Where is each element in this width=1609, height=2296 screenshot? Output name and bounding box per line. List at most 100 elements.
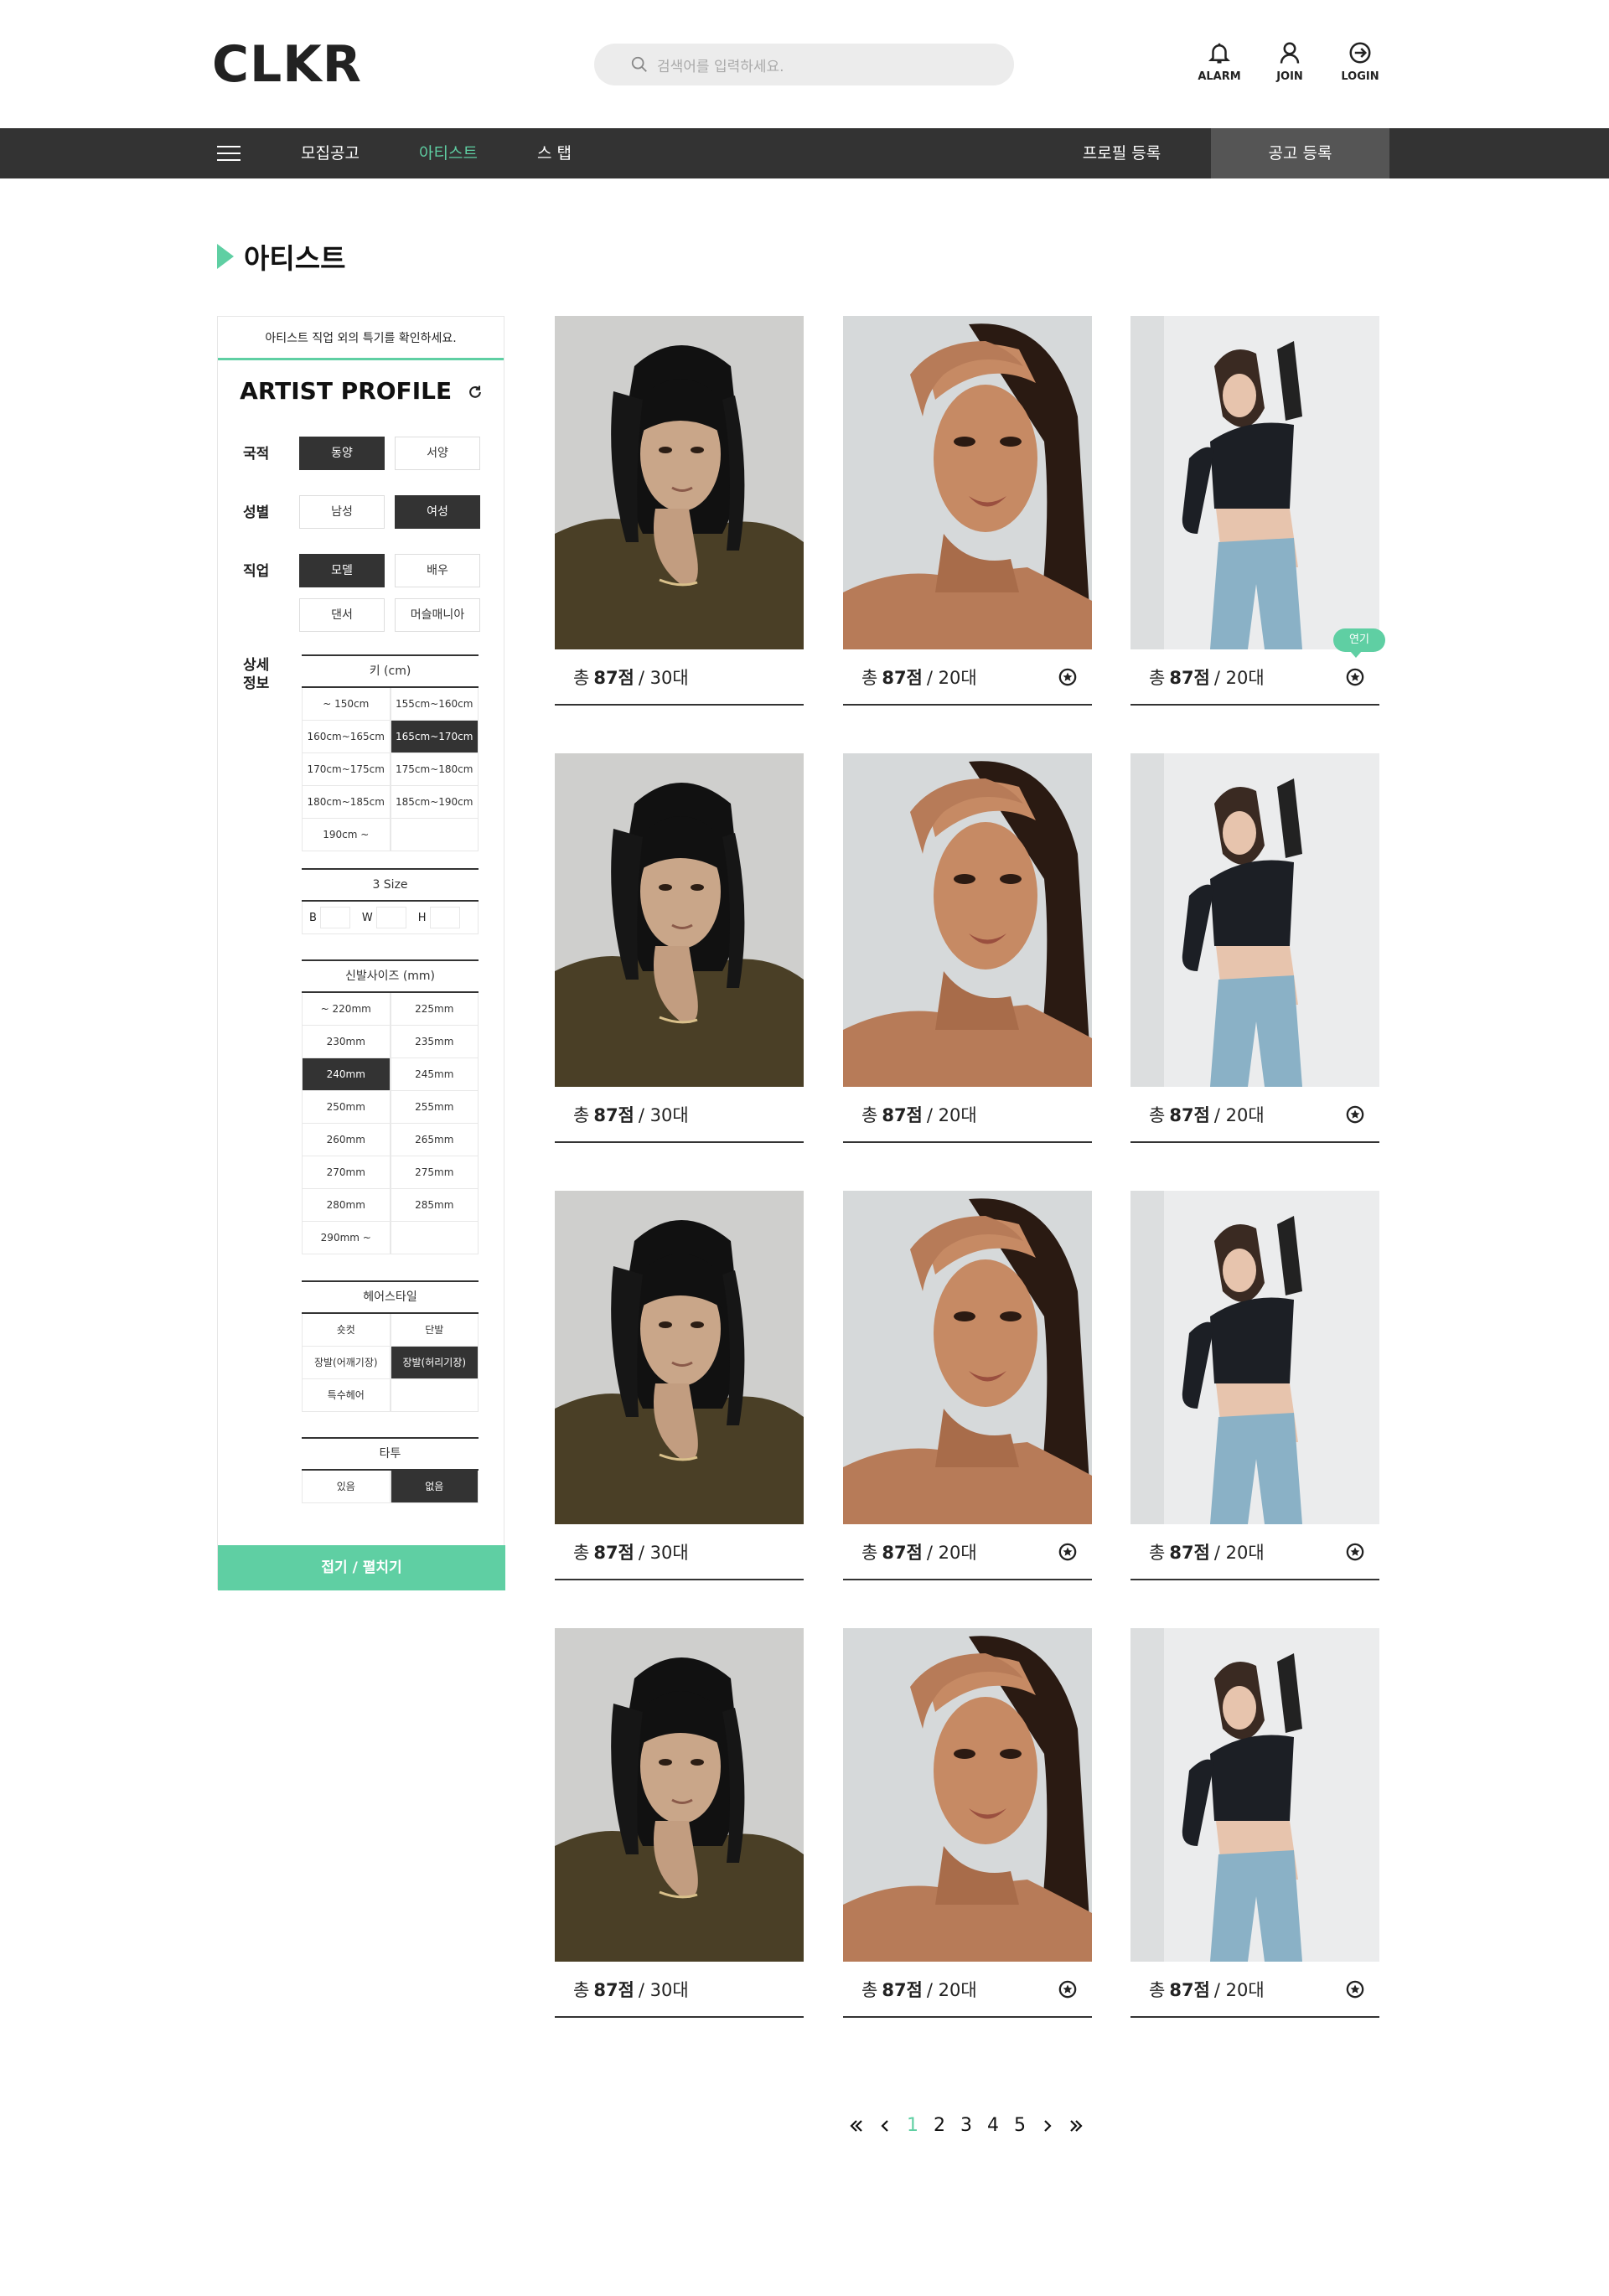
page-link-4[interactable]: 4 — [986, 2115, 1001, 2136]
shoe-option[interactable]: 250mm — [302, 1091, 391, 1124]
star-icon[interactable] — [1058, 668, 1077, 686]
artist-photo-frame[interactable] — [1130, 1191, 1379, 1524]
score-value: 87점 — [1169, 667, 1210, 688]
shoe-option[interactable]: 230mm — [302, 1026, 391, 1058]
hair-option[interactable]: 단발 — [390, 1314, 479, 1347]
artist-photo-frame[interactable] — [1130, 753, 1379, 1087]
waist-input[interactable] — [375, 907, 406, 928]
hair-option-selected[interactable]: 장발(허리기장) — [390, 1347, 479, 1379]
artist-photo-frame[interactable] — [843, 1191, 1092, 1524]
artist-card[interactable]: 총 87점/ 30대 — [555, 753, 804, 1143]
search-bar[interactable]: 검색어를 입력하세요. — [594, 44, 1014, 85]
login-icon — [1349, 42, 1371, 64]
height-option[interactable]: 155cm~160cm — [390, 688, 479, 721]
height-option-selected[interactable]: 165cm~170cm — [390, 721, 479, 753]
tattoo-no-option[interactable]: 없음 — [390, 1471, 479, 1503]
gender-male-button[interactable]: 남성 — [299, 495, 385, 529]
hair-option[interactable]: 숏컷 — [302, 1314, 391, 1347]
first-page-icon[interactable] — [848, 2118, 865, 2134]
shoe-option[interactable]: 260mm — [302, 1124, 391, 1156]
star-icon[interactable] — [1058, 1980, 1077, 1999]
nationality-west-button[interactable]: 서양 — [395, 437, 480, 470]
artist-card[interactable]: 총 87점/ 30대 — [555, 316, 804, 706]
join-button[interactable]: JOIN — [1265, 40, 1315, 83]
shoe-option[interactable]: 290mm ~ — [302, 1222, 391, 1254]
site-logo[interactable]: CLKR — [212, 35, 362, 94]
search-input[interactable]: 검색어를 입력하세요. — [657, 54, 784, 75]
artist-photo-frame[interactable] — [1130, 1628, 1379, 1962]
shoe-option[interactable]: 265mm — [390, 1124, 479, 1156]
height-option[interactable]: ~ 150cm — [302, 688, 391, 721]
artist-card[interactable]: 총 87점/ 30대 — [555, 1628, 804, 2018]
artist-card[interactable]: 총 87점/ 20대 — [1130, 1628, 1379, 2018]
height-option[interactable]: 160cm~165cm — [302, 721, 391, 753]
nav-artist[interactable]: 아티스트 — [419, 128, 478, 178]
artist-card[interactable]: 총 87점/ 20대 — [843, 316, 1092, 706]
shoe-option[interactable]: 225mm — [390, 993, 479, 1026]
job-dancer-button[interactable]: 댄서 — [299, 598, 385, 632]
artist-photo-frame[interactable] — [843, 1628, 1092, 1962]
hair-option[interactable]: 특수헤어 — [302, 1379, 391, 1412]
menu-icon[interactable] — [217, 143, 241, 163]
star-icon[interactable] — [1346, 1543, 1364, 1561]
hair-option[interactable]: 장발(어깨기장) — [302, 1347, 391, 1379]
tattoo-yes-option[interactable]: 있음 — [302, 1471, 391, 1503]
artist-card[interactable]: 총 87점/ 20대 — [1130, 1191, 1379, 1580]
artist-card[interactable]: 총 87점/ 20대 — [843, 753, 1092, 1143]
notice-register-button[interactable]: 공고 등록 — [1211, 128, 1389, 178]
shoe-option[interactable]: 270mm — [302, 1156, 391, 1189]
bust-input[interactable] — [319, 907, 350, 928]
job-musclemania-button[interactable]: 머슬매니아 — [395, 598, 480, 632]
job-actor-button[interactable]: 배우 — [395, 554, 480, 587]
artist-photo-frame[interactable] — [555, 1628, 804, 1962]
artist-card[interactable]: 총 87점/ 20대 연기 — [1130, 316, 1385, 706]
artist-photo-frame[interactable] — [843, 753, 1092, 1087]
profile-register-button[interactable]: 프로필 등록 — [1032, 128, 1211, 178]
shoe-option[interactable]: 235mm — [390, 1026, 479, 1058]
last-page-icon[interactable] — [1068, 2118, 1084, 2134]
artist-card[interactable]: 총 87점/ 20대 — [843, 1628, 1092, 2018]
prev-page-icon[interactable] — [877, 2118, 893, 2134]
height-option[interactable]: 185cm~190cm — [390, 786, 479, 819]
page-link-5[interactable]: 5 — [1012, 2115, 1027, 2136]
nav-recruit[interactable]: 모집공고 — [301, 128, 360, 178]
artist-photo-frame[interactable] — [555, 753, 804, 1087]
artist-photo-frame[interactable] — [843, 316, 1092, 649]
hip-input[interactable] — [429, 907, 460, 928]
shoe-option-selected[interactable]: 240mm — [302, 1058, 391, 1091]
shoe-option[interactable]: 280mm — [302, 1189, 391, 1222]
shoe-option[interactable]: 275mm — [390, 1156, 479, 1189]
job-model-button[interactable]: 모델 — [299, 554, 385, 587]
artist-photo — [1130, 1191, 1379, 1524]
star-icon[interactable] — [1346, 1105, 1364, 1124]
profile-title-text: ARTIST PROFILE — [240, 377, 453, 405]
gender-female-button[interactable]: 여성 — [395, 495, 480, 529]
shoe-option[interactable]: 245mm — [390, 1058, 479, 1091]
page-link-1[interactable]: 1 — [905, 2115, 920, 2136]
star-icon[interactable] — [1346, 668, 1364, 686]
next-page-icon[interactable] — [1039, 2118, 1056, 2134]
shoe-option[interactable]: 285mm — [390, 1189, 479, 1222]
artist-card[interactable]: 총 87점/ 20대 — [1130, 753, 1379, 1143]
nationality-east-button[interactable]: 동양 — [299, 437, 385, 470]
artist-card[interactable]: 총 87점/ 20대 — [843, 1191, 1092, 1580]
height-option[interactable]: 190cm ~ — [302, 819, 391, 851]
artist-photo-frame[interactable] — [555, 1191, 804, 1524]
shoe-option[interactable]: 255mm — [390, 1091, 479, 1124]
height-option[interactable]: 170cm~175cm — [302, 753, 391, 786]
artist-card[interactable]: 총 87점/ 30대 — [555, 1191, 804, 1580]
page-link-3[interactable]: 3 — [959, 2115, 974, 2136]
refresh-icon[interactable] — [467, 384, 484, 401]
star-icon[interactable] — [1058, 1543, 1077, 1561]
login-button[interactable]: LOGIN — [1335, 40, 1385, 83]
collapse-expand-button[interactable]: 접기 / 펼치기 — [218, 1545, 505, 1590]
alarm-button[interactable]: ALARM — [1194, 40, 1244, 83]
star-icon[interactable] — [1346, 1980, 1364, 1999]
page-link-2[interactable]: 2 — [932, 2115, 947, 2136]
height-option[interactable]: 180cm~185cm — [302, 786, 391, 819]
nav-staff[interactable]: 스 탭 — [537, 128, 572, 178]
artist-photo-frame[interactable] — [555, 316, 804, 649]
artist-photo-frame[interactable] — [1130, 316, 1379, 649]
shoe-option[interactable]: ~ 220mm — [302, 993, 391, 1026]
height-option[interactable]: 175cm~180cm — [390, 753, 479, 786]
